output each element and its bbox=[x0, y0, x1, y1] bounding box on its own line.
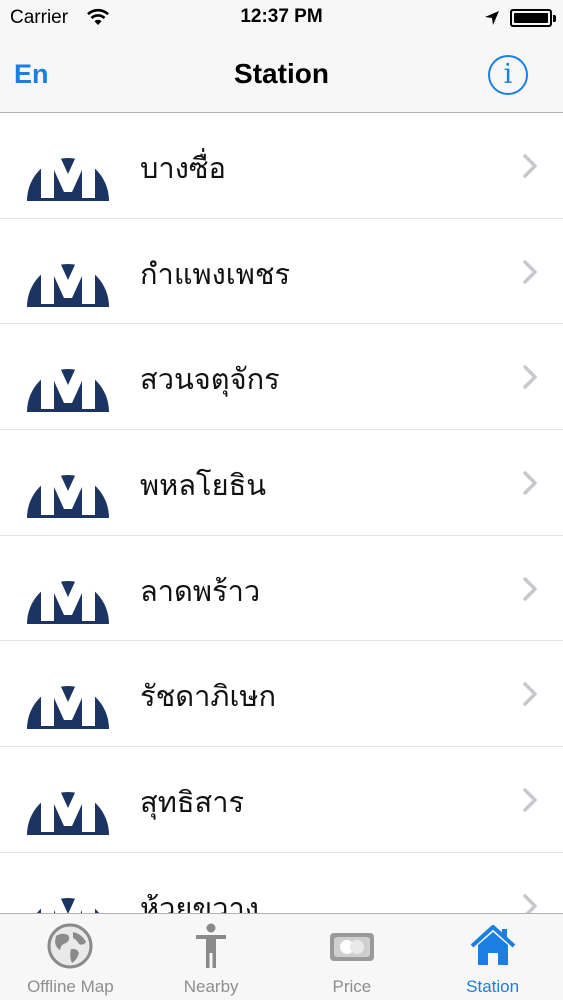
chevron-right-icon bbox=[523, 471, 537, 495]
home-icon bbox=[470, 925, 515, 965]
info-icon: i bbox=[503, 59, 513, 90]
globe-icon bbox=[47, 923, 93, 969]
ticket-card-icon bbox=[329, 933, 374, 961]
person-icon bbox=[196, 923, 227, 968]
page-title: Station bbox=[234, 58, 329, 89]
chevron-right-icon bbox=[523, 682, 537, 707]
station-list[interactable]: บางซื่อ กำแพงเพชร สวนจตุจักร พหลโยธิน ลา… bbox=[0, 113, 563, 913]
station-name: สุทธิสาร bbox=[140, 785, 245, 820]
metro-logo-icon bbox=[26, 361, 109, 413]
metro-logo-icon bbox=[26, 678, 109, 730]
station-row[interactable]: ลาดพร้าว bbox=[0, 536, 563, 642]
metro-logo-icon bbox=[26, 467, 109, 519]
tab-bar: Offline Map Nearby Price Station bbox=[0, 913, 563, 1000]
chevron-right-icon bbox=[523, 894, 537, 913]
navigation-bar: En Station i bbox=[0, 38, 563, 113]
status-bar: Carrier 12:37 PM bbox=[0, 0, 563, 38]
info-button[interactable]: i bbox=[488, 55, 528, 95]
chevron-right-icon bbox=[523, 365, 537, 390]
station-row[interactable]: สวนจตุจักร bbox=[0, 324, 563, 431]
metro-logo-icon bbox=[26, 255, 109, 307]
station-row[interactable]: กำแพงเพชร bbox=[0, 219, 563, 325]
station-row[interactable]: บางซื่อ bbox=[0, 113, 563, 219]
tab-label: Station bbox=[466, 977, 520, 996]
station-name: ห้วยขวาง bbox=[140, 890, 259, 913]
station-row[interactable]: รัชดาภิเษก bbox=[0, 641, 563, 748]
station-name: บางซื่อ bbox=[140, 151, 226, 185]
tab-label: Nearby bbox=[183, 977, 239, 996]
tab-label: Offline Map bbox=[27, 977, 114, 996]
metro-logo-icon bbox=[26, 150, 109, 201]
station-name: ลาดพร้าว bbox=[140, 573, 261, 608]
chevron-right-icon bbox=[523, 788, 537, 812]
chevron-right-icon bbox=[523, 154, 537, 178]
chevron-right-icon bbox=[523, 259, 537, 284]
station-row[interactable]: ห้วยขวาง bbox=[0, 853, 563, 913]
metro-logo-icon bbox=[26, 572, 109, 624]
chevron-right-icon bbox=[523, 577, 537, 601]
status-time: 12:37 PM bbox=[240, 6, 323, 27]
metro-logo-icon bbox=[36, 889, 100, 913]
station-name: สวนจตุจักร bbox=[140, 362, 280, 397]
station-name: กำแพงเพชร bbox=[140, 256, 291, 291]
station-name: พหลโยธิน bbox=[140, 468, 267, 503]
station-row[interactable]: สุทธิสาร bbox=[0, 747, 563, 853]
station-name: รัชดาภิเษก bbox=[140, 679, 277, 714]
tab-price[interactable]: Price bbox=[282, 914, 423, 1000]
tab-nearby[interactable]: Nearby bbox=[141, 914, 282, 1000]
tab-offline-map[interactable]: Offline Map bbox=[0, 914, 141, 1000]
tab-station[interactable]: Station bbox=[422, 914, 563, 1000]
location-arrow-icon bbox=[485, 11, 499, 25]
tab-label: Price bbox=[332, 977, 372, 996]
metro-logo-icon bbox=[26, 784, 109, 836]
station-row[interactable]: พหลโยธิน bbox=[0, 430, 563, 536]
battery-icon bbox=[510, 9, 556, 27]
